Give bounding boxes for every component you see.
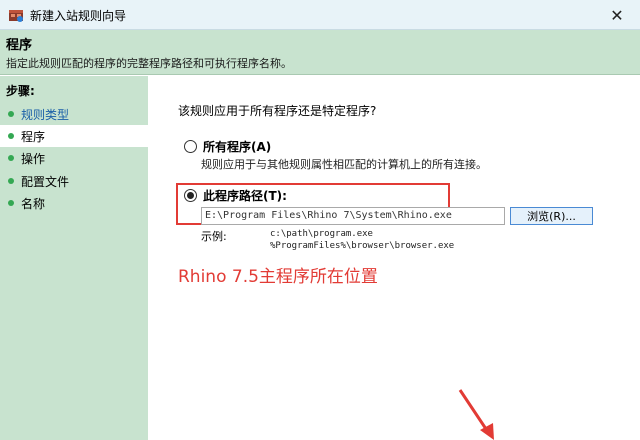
arrow-icon	[458, 389, 494, 440]
sidebar-item-label: 配置文件	[21, 174, 70, 189]
sidebar-item-program[interactable]: 程序	[0, 125, 148, 147]
sidebar-item-label: 规则类型	[21, 107, 70, 122]
example-path: c:\path\program.exe	[270, 229, 373, 239]
program-path-input[interactable]: E:\Program Files\Rhino 7\System\Rhino.ex…	[201, 207, 505, 225]
sidebar-item-name[interactable]: 名称	[0, 192, 148, 214]
sidebar-item-profile[interactable]: 配置文件	[0, 170, 148, 192]
title-bar: 新建入站规则向导 ✕	[0, 0, 640, 30]
step-bullet-icon	[8, 111, 14, 117]
program-path-radio[interactable]	[184, 189, 197, 202]
sidebar-item-label: 程序	[21, 129, 46, 144]
sidebar-item-action[interactable]: 操作	[0, 147, 148, 169]
step-bullet-icon	[8, 178, 14, 184]
example-path: %ProgramFiles%\browser\browser.exe	[270, 241, 455, 251]
close-icon: ✕	[610, 5, 624, 25]
steps-sidebar: 步骤: 规则类型 程序 操作 配置文件 名称	[0, 76, 148, 440]
sidebar-item-rule-type[interactable]: 规则类型	[0, 103, 148, 125]
all-programs-radio[interactable]	[184, 140, 197, 153]
program-path-label: 此程序路径(T):	[203, 189, 287, 203]
browse-button[interactable]: 浏览(R)...	[510, 207, 593, 225]
firewall-icon	[9, 10, 23, 22]
all-programs-description: 规则应用于与其他规则属性相匹配的计算机上的所有连接。	[201, 158, 487, 171]
annotation-text: Rhino 7.5主程序所在位置	[178, 267, 378, 287]
main-content: 该规则应用于所有程序还是特定程序? 所有程序(A) 规则应用于与其他规则属性相匹…	[148, 76, 640, 440]
wizard-header: 程序 指定此规则匹配的程序的完整程序路径和可执行程序名称。	[0, 30, 640, 75]
step-bullet-icon	[8, 155, 14, 161]
sidebar-item-label: 名称	[21, 196, 46, 211]
question-text: 该规则应用于所有程序还是特定程序?	[178, 104, 377, 118]
close-button[interactable]: ✕	[594, 0, 640, 30]
page-title: 程序	[6, 38, 33, 53]
page-description: 指定此规则匹配的程序的完整程序路径和可执行程序名称。	[6, 57, 292, 70]
sidebar-item-label: 操作	[21, 151, 46, 166]
step-bullet-icon	[8, 200, 14, 206]
program-path-option[interactable]: 此程序路径(T):	[184, 187, 287, 204]
all-programs-label: 所有程序(A)	[203, 140, 272, 154]
all-programs-option[interactable]: 所有程序(A)	[184, 138, 271, 155]
example-label: 示例:	[201, 230, 227, 243]
step-bullet-icon	[8, 133, 14, 139]
steps-heading: 步骤:	[6, 84, 35, 98]
window-title: 新建入站规则向导	[30, 9, 127, 23]
